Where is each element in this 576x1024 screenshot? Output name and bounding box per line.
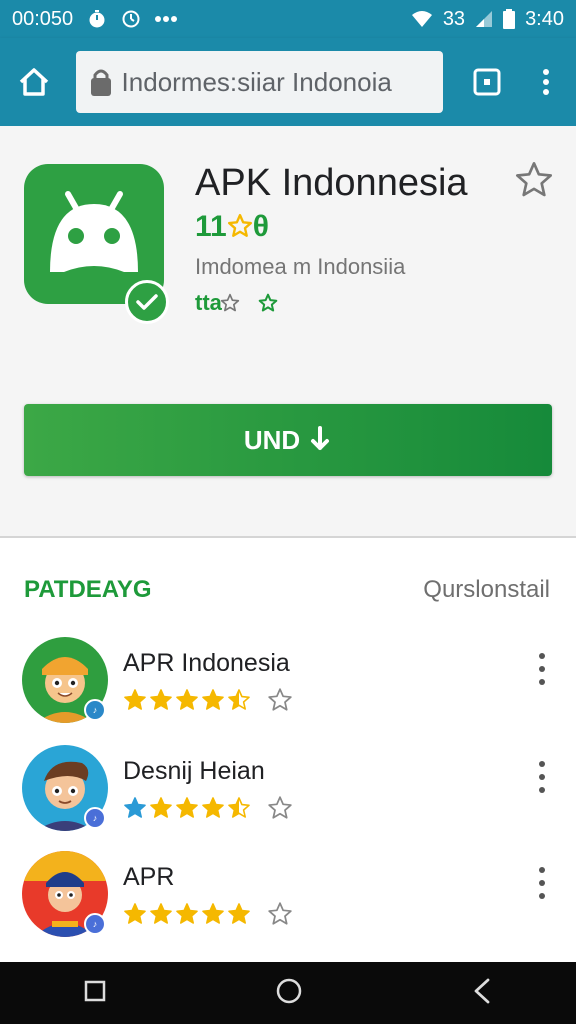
tabs-icon[interactable] <box>457 52 517 112</box>
avatar-badge-icon: ♪ <box>84 699 106 721</box>
list-item[interactable]: ♪ APR Indonesia <box>0 637 576 737</box>
rating-star-icon <box>150 797 172 818</box>
app-rating-suffix: θ <box>252 210 269 243</box>
status-clock: 3:40 <box>525 7 564 30</box>
rating-star-icon <box>150 689 172 710</box>
rating-star-icon <box>228 797 250 818</box>
recents-icon[interactable] <box>84 980 106 1007</box>
back-icon[interactable] <box>472 978 492 1009</box>
green-star-icon <box>258 293 278 312</box>
browser-toolbar: Indormes:siiar Indonoia <box>0 38 576 126</box>
rating-star-icon <box>202 689 224 710</box>
install-button[interactable]: UND <box>24 404 552 476</box>
timer-icon <box>87 9 107 29</box>
signal-text: 33 <box>442 7 466 30</box>
item-rating <box>123 901 293 927</box>
rating-star-icon <box>124 903 146 924</box>
empty-star-icon[interactable] <box>267 795 293 821</box>
item-rating <box>123 795 293 821</box>
app-header: APK Indonnesia 11 θ Imdomea m Indonsiia t… <box>0 126 576 536</box>
battery-icon <box>503 9 516 29</box>
wifi-icon <box>411 10 433 28</box>
section-title: PATDEAYG <box>24 576 152 603</box>
menu-icon[interactable] <box>516 52 576 112</box>
more-options-icon[interactable] <box>530 867 554 899</box>
lock-icon <box>90 67 112 97</box>
url-bar[interactable]: Indormes:siiar Indonoia <box>75 51 443 113</box>
signal-icon <box>475 10 493 28</box>
item-name: APR Indonesia <box>123 649 290 677</box>
empty-star-icon[interactable] <box>267 901 293 927</box>
app-tags: tta <box>195 290 278 316</box>
rating-star-icon <box>202 903 224 924</box>
system-nav-bar <box>0 962 576 1024</box>
more-notifications-icon <box>155 15 178 23</box>
alarm-icon <box>121 9 141 29</box>
more-options-icon[interactable] <box>530 761 554 793</box>
verified-check-icon <box>125 280 169 324</box>
status-time-left: 00:050 <box>12 7 74 30</box>
section-link[interactable]: Qurslonstail <box>423 576 550 604</box>
more-options-icon[interactable] <box>530 653 554 685</box>
app-rating: 11 θ <box>195 210 269 244</box>
url-text: Indormes:siiar Indonoia <box>121 66 392 97</box>
favorite-star-icon[interactable] <box>514 160 554 205</box>
rating-star-icon <box>150 903 172 924</box>
rating-star-icon <box>227 213 252 237</box>
section-divider <box>0 536 576 538</box>
empty-star-icon[interactable] <box>267 687 293 713</box>
rating-star-icon <box>202 797 224 818</box>
install-button-label: UND <box>243 424 301 455</box>
avatar-badge-icon: ♪ <box>84 913 106 935</box>
rating-star-icon <box>176 797 198 818</box>
rating-star-icon <box>228 689 250 710</box>
home-icon[interactable] <box>4 52 64 112</box>
rating-star-icon <box>228 903 250 924</box>
app-tag-text: tta <box>195 290 222 315</box>
list-item[interactable]: ♪ APR <box>0 851 576 951</box>
app-title: APK Indonnesia <box>195 162 468 204</box>
rating-star-icon <box>124 797 146 818</box>
app-subtitle: Imdomea m Indonsiia <box>195 254 406 279</box>
item-rating <box>123 687 293 713</box>
avatar-badge-icon: ♪ <box>84 807 106 829</box>
app-rating-value: 11 <box>195 210 227 243</box>
list-item[interactable]: ♪ Desnij Heian <box>0 745 576 845</box>
outline-star-icon <box>220 293 240 312</box>
rating-star-icon <box>176 689 198 710</box>
rating-star-icon <box>176 903 198 924</box>
item-name: Desnij Heian <box>123 757 265 785</box>
rating-star-icon <box>124 689 146 710</box>
download-arrow-icon <box>311 426 330 450</box>
item-name: APR <box>123 863 175 891</box>
home-circle-icon[interactable] <box>275 977 303 1010</box>
status-bar: 00:050 33 3:40 <box>0 0 576 38</box>
